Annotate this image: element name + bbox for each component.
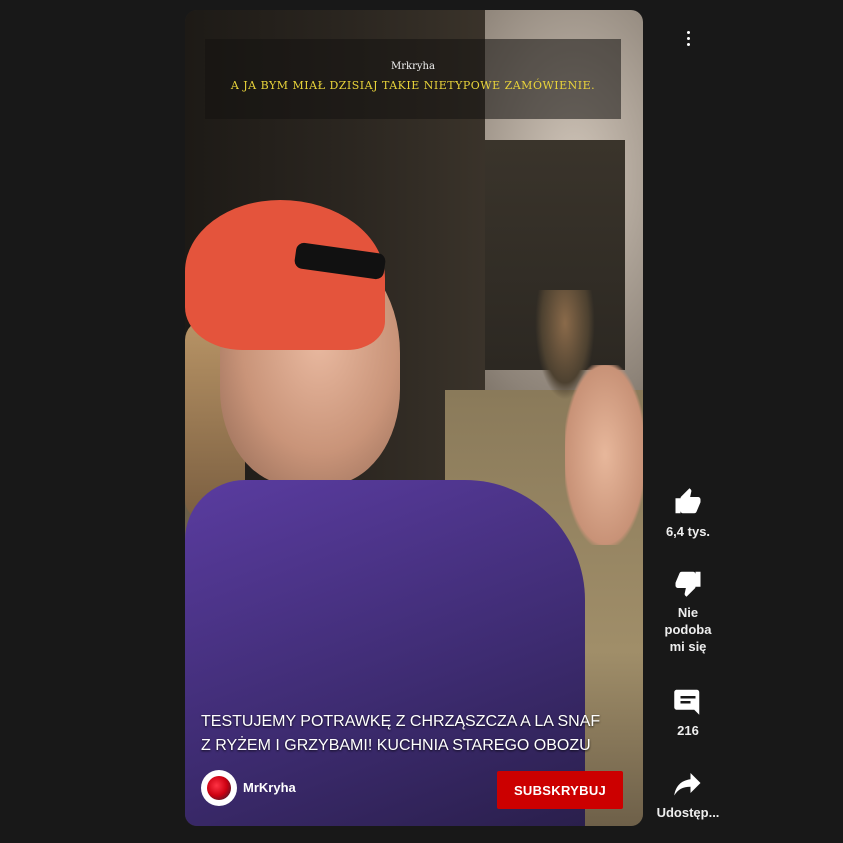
dislike-label: Nie podoba mi się	[648, 604, 728, 655]
channel-avatar-logo	[207, 776, 231, 800]
presenter-hand	[565, 365, 643, 545]
video-title-line1: TESTUJEMY POTRAWKĘ Z CHRZĄSZCZA A LA SNA…	[201, 713, 601, 730]
more-options-icon[interactable]	[676, 26, 700, 50]
channel-avatar[interactable]	[201, 770, 237, 806]
like-count: 6,4 tys.	[665, 524, 711, 539]
share-arrow-icon	[674, 773, 701, 796]
dislike-label-line3: mi się	[669, 639, 707, 654]
dislike-button[interactable]: Nie podoba mi się	[648, 568, 728, 655]
share-button[interactable]: Udostęp...	[648, 768, 728, 821]
comments-count: 216	[677, 723, 699, 738]
thumbs-down-icon	[675, 571, 701, 597]
share-label: Udostęp...	[656, 805, 720, 820]
video-title-line2: Z RYŻEM I GRZYBAMI! KUCHNIA STAREGO OBOZ…	[201, 737, 591, 754]
like-button[interactable]: 6,4 tys.	[648, 487, 728, 540]
video-player[interactable]: Mrkryha A JA BYM MIAŁ DZISIAJ TAKIE NIET…	[185, 10, 643, 826]
channel-row: MrKryha SUBSKRYBUJ	[201, 770, 627, 810]
comment-icon	[674, 689, 700, 715]
thumbs-up-icon	[675, 488, 701, 514]
dislike-label-line2: podoba	[664, 622, 712, 637]
comments-button[interactable]: 216	[648, 686, 728, 739]
dislike-label-line1: Nie	[677, 605, 699, 620]
channel-name[interactable]: MrKryha	[243, 780, 296, 795]
game-dialog-speaker: Mrkryha	[391, 61, 435, 72]
game-dialog-line: A JA BYM MIAŁ DZISIAJ TAKIE NIETYPOWE ZA…	[230, 79, 596, 92]
video-title[interactable]: TESTUJEMY POTRAWKĘ Z CHRZĄSZCZA A LA SNA…	[201, 710, 611, 758]
game-dialog-box: Mrkryha A JA BYM MIAŁ DZISIAJ TAKIE NIET…	[205, 39, 621, 119]
subscribe-button[interactable]: SUBSKRYBUJ	[497, 771, 623, 809]
